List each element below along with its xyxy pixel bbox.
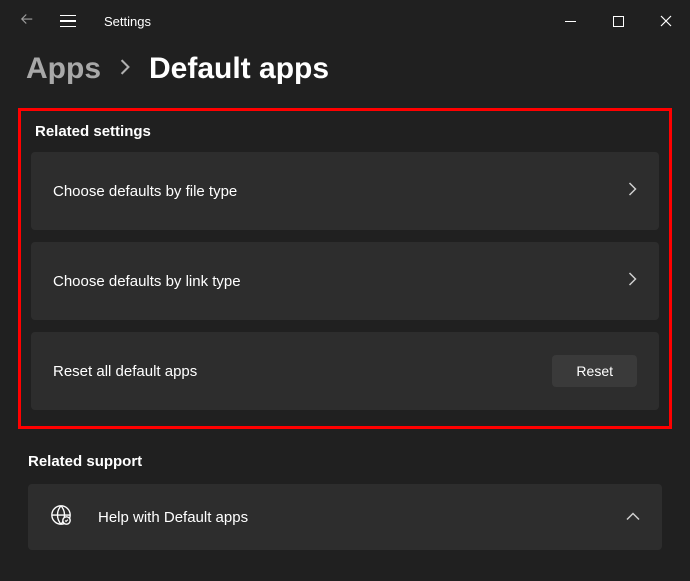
card-label: Choose defaults by file type [53, 183, 237, 200]
app-title: Settings [104, 14, 151, 29]
window-controls [546, 0, 690, 42]
hamburger-menu-icon[interactable] [60, 15, 76, 28]
choose-defaults-file-type[interactable]: Choose defaults by file type [31, 152, 659, 230]
chevron-right-icon [628, 272, 637, 291]
related-settings-highlight: Related settings Choose defaults by file… [18, 108, 672, 429]
minimize-button[interactable] [546, 0, 594, 42]
reset-button[interactable]: Reset [552, 355, 637, 387]
related-settings-title: Related settings [31, 123, 659, 152]
chevron-up-icon [626, 508, 640, 526]
help-default-apps[interactable]: Help with Default apps [28, 484, 662, 550]
chevron-right-icon [119, 58, 131, 81]
support-label: Help with Default apps [98, 509, 248, 526]
titlebar: Settings [0, 0, 690, 42]
related-support-title: Related support [28, 453, 662, 470]
reset-all-default-apps: Reset all default apps Reset [31, 332, 659, 410]
related-support-section: Related support Help with Default apps [28, 453, 662, 550]
choose-defaults-link-type[interactable]: Choose defaults by link type [31, 242, 659, 320]
globe-icon [50, 504, 72, 531]
chevron-right-icon [628, 182, 637, 201]
titlebar-left: Settings [18, 10, 151, 33]
breadcrumb-parent[interactable]: Apps [26, 52, 101, 86]
card-label: Reset all default apps [53, 363, 197, 380]
breadcrumb-current: Default apps [149, 52, 329, 86]
support-left: Help with Default apps [50, 504, 248, 531]
back-button[interactable] [18, 10, 36, 33]
close-button[interactable] [642, 0, 690, 42]
maximize-button[interactable] [594, 0, 642, 42]
card-label: Choose defaults by link type [53, 273, 241, 290]
breadcrumb: Apps Default apps [0, 42, 690, 108]
